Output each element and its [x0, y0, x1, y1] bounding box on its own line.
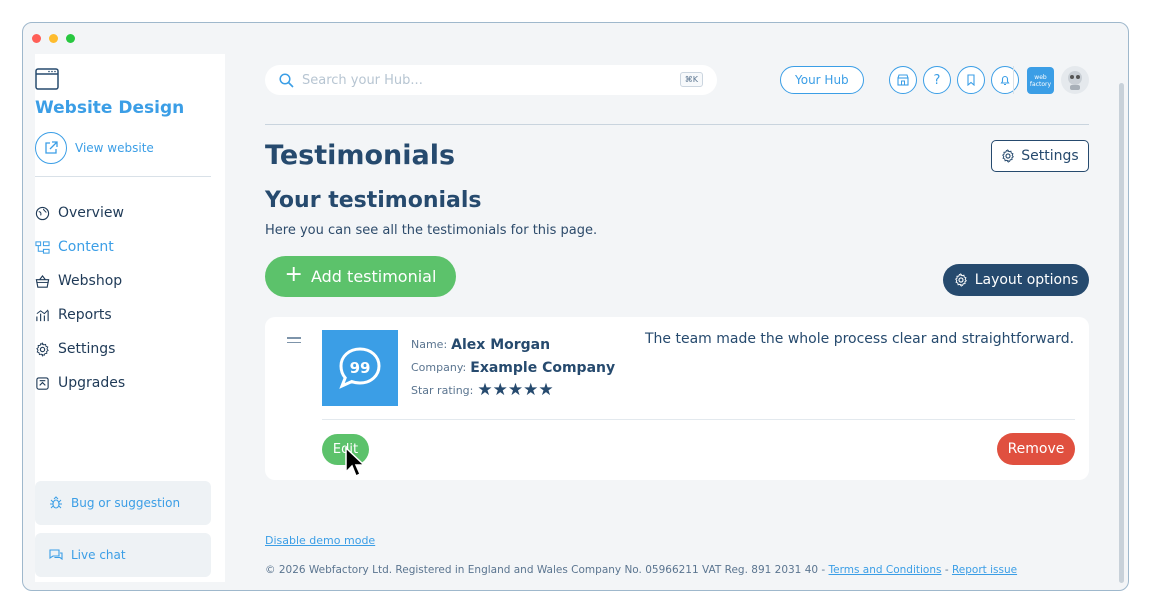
layout-options-label: Layout options	[974, 272, 1079, 288]
sidebar-item-label: Webshop	[58, 273, 123, 289]
help-label: ?	[933, 72, 941, 88]
search-icon	[279, 72, 294, 88]
sidebar-item-webshop[interactable]: Webshop	[35, 264, 125, 298]
testimonial-quote: The team made the whole process clear an…	[645, 331, 1075, 347]
section-description: Here you can see all the testimonials fo…	[265, 223, 598, 238]
sidebar-item-upgrades[interactable]: Upgrades	[35, 366, 125, 400]
settings-button[interactable]: Settings	[991, 140, 1089, 172]
footer: © 2026 Webfactory Ltd. Registered in Eng…	[265, 564, 1017, 576]
sidebar-item-label: Settings	[58, 341, 116, 357]
bug-icon	[50, 496, 62, 509]
layout-options-button[interactable]: Layout options	[943, 264, 1089, 296]
sidebar-item-settings[interactable]: Settings	[35, 332, 125, 366]
star-rating-icon: ★★★★★	[477, 380, 554, 400]
terms-link[interactable]: Terms and Conditions	[829, 564, 942, 576]
maximize-window-button[interactable]	[66, 34, 75, 43]
globe-icon	[35, 206, 50, 220]
sidebar-divider	[35, 176, 211, 177]
avatar[interactable]	[1061, 66, 1089, 94]
rating-label: Star rating:	[411, 384, 474, 397]
site-title: Website Design	[35, 98, 185, 118]
main-content: ⌘K Your Hub ? web factory Testimonials S…	[253, 54, 1093, 582]
testimonial-info: Name: Alex Morgan Company: Example Compa…	[411, 333, 615, 402]
basket-icon	[35, 274, 50, 288]
plus-icon: +	[284, 262, 303, 287]
sidebar-item-label: Upgrades	[58, 375, 126, 391]
remove-button[interactable]: Remove	[997, 433, 1075, 465]
mouse-cursor-icon	[345, 447, 364, 478]
bug-suggestion-button[interactable]: Bug or suggestion	[35, 481, 211, 525]
chat-bubble-icon	[49, 549, 63, 561]
name-label: Name:	[411, 338, 448, 351]
company-label: Company:	[411, 361, 467, 374]
rating-row: Star rating: ★★★★★	[411, 379, 615, 402]
help-icon[interactable]: ?	[923, 66, 951, 94]
add-testimonial-label: Add testimonial	[310, 267, 437, 286]
testimonial-name: Alex Morgan	[451, 336, 551, 353]
quote-bubble-icon: 99	[322, 330, 398, 406]
sidebar-item-label: Content	[58, 239, 114, 255]
sidebar-item-label: Reports	[58, 307, 112, 323]
webfactory-logo[interactable]: web factory	[1027, 67, 1054, 94]
header-divider	[265, 124, 1089, 125]
chart-icon	[36, 309, 49, 321]
search-shortcut-badge: ⌘K	[679, 72, 703, 87]
gear-icon	[1002, 149, 1015, 163]
page-title: Testimonials	[265, 140, 456, 171]
sidebar: Website Design View website Overview Con…	[35, 54, 225, 582]
footer-separator: -	[944, 564, 949, 576]
shop-icon[interactable]	[889, 66, 917, 94]
external-link-icon	[35, 132, 67, 164]
view-website-label: View website	[75, 141, 154, 155]
footer-copyright: © 2026 Webfactory Ltd. Registered in Eng…	[265, 564, 826, 576]
section-title: Your testimonials	[265, 188, 482, 213]
sidebar-item-label: Overview	[58, 205, 124, 221]
sidebar-item-reports[interactable]: Reports	[35, 298, 125, 332]
disable-demo-mode-link[interactable]: Disable demo mode	[265, 534, 375, 547]
minimize-window-button[interactable]	[49, 34, 58, 43]
robot-avatar-icon	[1068, 71, 1082, 90]
live-chat-button[interactable]: Live chat	[35, 533, 211, 577]
search-input[interactable]	[302, 72, 662, 88]
card-divider	[322, 419, 1075, 420]
company-row: Company: Example Company	[411, 356, 615, 379]
upgrade-box-icon	[36, 376, 49, 390]
settings-button-label: Settings	[1021, 148, 1079, 164]
view-website-link[interactable]: View website	[35, 132, 154, 164]
bug-suggestion-label: Bug or suggestion	[71, 496, 181, 510]
gear-icon	[954, 273, 967, 287]
testimonial-card: 99 Name: Alex Morgan Company: Example Co…	[265, 317, 1089, 480]
drag-handle-icon[interactable]	[287, 337, 301, 346]
close-window-button[interactable]	[32, 34, 41, 43]
header-separator	[1013, 66, 1014, 94]
sidebar-item-overview[interactable]: Overview	[35, 196, 125, 230]
sidebar-nav: Overview Content Webshop Reports Setting…	[35, 196, 125, 400]
window-controls	[32, 34, 75, 43]
name-row: Name: Alex Morgan	[411, 333, 615, 356]
bookmark-icon[interactable]	[957, 66, 985, 94]
your-hub-button[interactable]: Your Hub	[780, 66, 864, 94]
browser-window-icon	[35, 68, 59, 90]
scrollbar[interactable]	[1119, 83, 1124, 583]
notification-bell-icon[interactable]	[991, 66, 1019, 94]
add-testimonial-button[interactable]: + Add testimonial	[265, 256, 456, 297]
content-tree-icon	[35, 240, 50, 254]
report-issue-link[interactable]: Report issue	[952, 564, 1017, 576]
gear-icon	[36, 341, 49, 357]
testimonial-company: Example Company	[470, 359, 616, 376]
sidebar-item-content[interactable]: Content	[35, 230, 125, 264]
live-chat-label: Live chat	[71, 548, 126, 562]
app-window: Website Design View website Overview Con…	[22, 22, 1129, 591]
quote-thumb-text: 99	[350, 359, 371, 377]
search-bar[interactable]: ⌘K	[265, 65, 717, 95]
